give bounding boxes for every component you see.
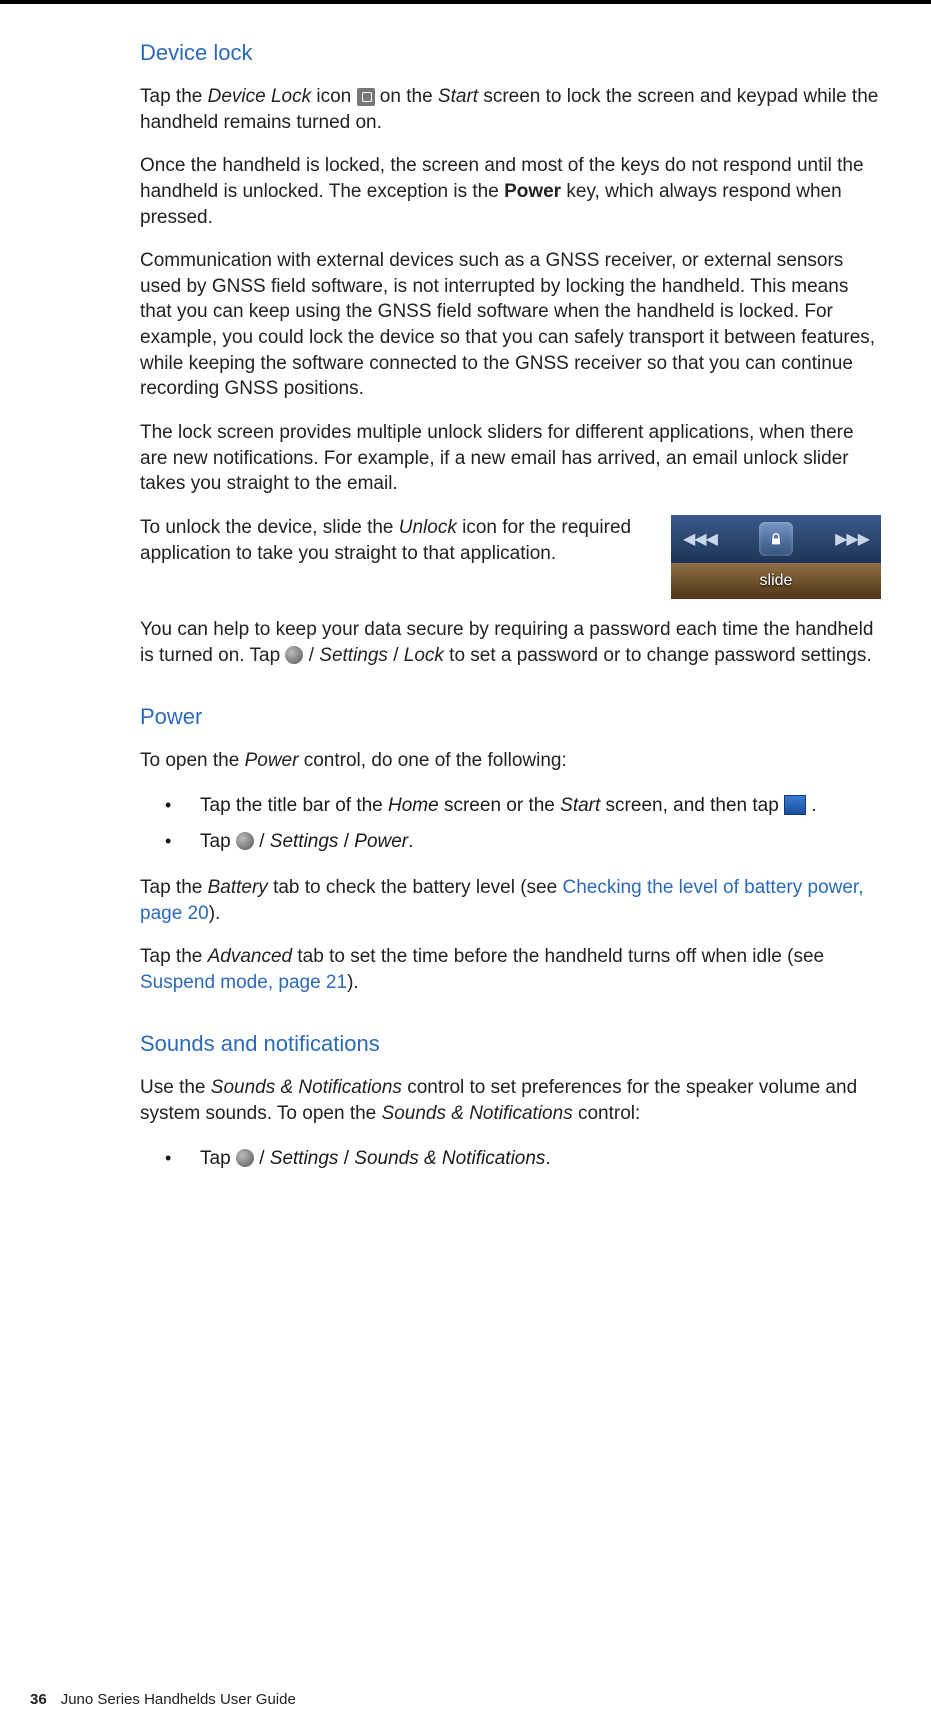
text: ).	[209, 903, 221, 924]
text-italic: Settings	[270, 831, 339, 852]
paragraph: Tap the Device Lock icon on the Start sc…	[140, 84, 881, 135]
text: screen or the	[439, 795, 560, 816]
text: /	[338, 1148, 354, 1169]
text: To open the	[140, 750, 245, 771]
text: control:	[573, 1103, 641, 1124]
arrow-right-icon: ▶▶▶	[835, 529, 869, 549]
text: Tap the	[140, 946, 208, 967]
windows-icon	[236, 1149, 254, 1167]
text-italic: Sounds & Notifications	[382, 1103, 573, 1124]
bullet-list: Tap the title bar of the Home screen or …	[140, 792, 881, 857]
footer-title: Juno Series Handhelds User Guide	[61, 1691, 296, 1708]
text: Tap the	[140, 877, 208, 898]
text: /	[303, 645, 319, 666]
paragraph: Use the Sounds & Notifications control t…	[140, 1075, 881, 1126]
text-italic: Home	[388, 795, 439, 816]
paragraph: To open the Power control, do one of the…	[140, 748, 881, 774]
text: /	[388, 645, 404, 666]
text: .	[408, 831, 413, 852]
text: to set a password or to change password …	[444, 645, 872, 666]
heading-power: Power	[140, 704, 881, 730]
device-lock-icon	[357, 88, 375, 106]
windows-icon	[236, 832, 254, 850]
text-italic: Unlock	[399, 517, 457, 538]
text-bold: Power	[504, 181, 561, 202]
footer-text: 36 Juno Series Handhelds User Guide	[30, 1691, 931, 1708]
text-italic: Start	[438, 86, 478, 107]
text: Tap	[200, 1148, 236, 1169]
paragraph: To unlock the device, slide the Unlock i…	[140, 515, 651, 566]
text-italic: Start	[560, 795, 600, 816]
text: tab to set the time before the handheld …	[292, 946, 824, 967]
text: /	[254, 831, 270, 852]
text: .	[545, 1148, 550, 1169]
paragraph: Tap the Battery tab to check the battery…	[140, 875, 881, 926]
unlock-slider-image: ◀◀◀ ▶▶▶ slide	[671, 515, 881, 599]
text: Tap the	[140, 86, 208, 107]
text: To unlock the device, slide the	[140, 517, 399, 538]
text: icon	[311, 86, 356, 107]
slider-caption: slide	[671, 563, 881, 599]
text-italic: Sounds & Notifications	[211, 1077, 402, 1098]
text: .	[806, 795, 817, 816]
list-item: Tap the title bar of the Home screen or …	[155, 792, 881, 821]
text: /	[254, 1148, 270, 1169]
paragraph: You can help to keep your data secure by…	[140, 617, 881, 668]
link-suspend-mode[interactable]: Suspend mode, page 21	[140, 972, 347, 993]
slider-top-bar: ◀◀◀ ▶▶▶	[671, 515, 881, 563]
text-italic: Power	[245, 750, 299, 771]
paragraph: Tap the Advanced tab to set the time bef…	[140, 944, 881, 995]
text: Use the	[140, 1077, 211, 1098]
unlock-row: To unlock the device, slide the Unlock i…	[140, 515, 881, 599]
top-rule	[0, 0, 931, 4]
text-italic: Battery	[208, 877, 268, 898]
bullet-list: Tap / Settings / Sounds & Notifications.	[140, 1145, 881, 1174]
text-italic: Advanced	[208, 946, 293, 967]
text-italic: Settings	[270, 1148, 339, 1169]
text: tab to check the battery level (see	[268, 877, 563, 898]
arrow-left-icon: ◀◀◀	[683, 529, 717, 549]
list-item: Tap / Settings / Power.	[155, 828, 881, 857]
paragraph: The lock screen provides multiple unlock…	[140, 420, 881, 497]
heading-sounds: Sounds and notifications	[140, 1031, 881, 1057]
text-italic: Sounds & Notifications	[354, 1148, 545, 1169]
page-content: Device lock Tap the Device Lock icon on …	[0, 40, 931, 1173]
paragraph: Communication with external devices such…	[140, 248, 881, 402]
text: Tap	[200, 831, 236, 852]
text-italic: Lock	[404, 645, 444, 666]
text-italic: Device Lock	[208, 86, 312, 107]
battery-icon	[784, 795, 806, 815]
windows-icon	[285, 646, 303, 664]
text: control, do one of the following:	[298, 750, 566, 771]
lock-icon	[759, 522, 793, 556]
list-item: Tap / Settings / Sounds & Notifications.	[155, 1145, 881, 1174]
text: screen, and then tap	[600, 795, 784, 816]
text: Tap the title bar of the	[200, 795, 388, 816]
text-italic: Power	[354, 831, 408, 852]
text-italic: Settings	[319, 645, 388, 666]
page-number: 36	[30, 1691, 47, 1708]
paragraph: Once the handheld is locked, the screen …	[140, 153, 881, 230]
text: /	[338, 831, 354, 852]
heading-device-lock: Device lock	[140, 40, 881, 66]
text: on the	[375, 86, 438, 107]
page-footer: 36 Juno Series Handhelds User Guide	[0, 1191, 931, 1732]
text: ).	[347, 972, 359, 993]
